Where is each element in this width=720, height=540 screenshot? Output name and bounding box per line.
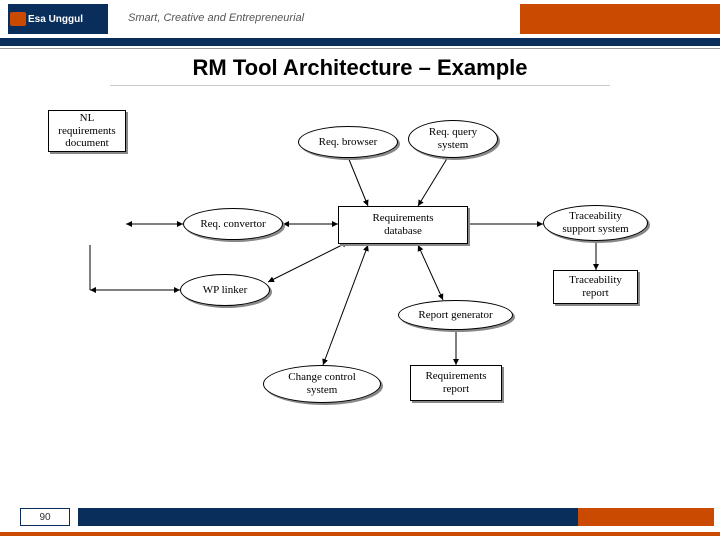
node-req-convertor: Req. convertor: [183, 208, 283, 240]
node-trace-report: Traceability report: [553, 270, 638, 304]
node-label: database: [384, 225, 422, 238]
footer-orange-bar: [578, 508, 714, 526]
architecture-diagram: NL requirements document Req. convertor …: [48, 110, 660, 440]
node-label: Req. convertor: [200, 218, 265, 231]
logo-icon: [10, 12, 26, 26]
node-label: Report generator: [418, 309, 492, 322]
node-label: Traceability: [569, 274, 622, 287]
footer-blue-bar: [78, 508, 578, 526]
node-req-report: Requirements report: [410, 365, 502, 401]
node-label: Requirements: [372, 212, 433, 225]
node-label: requirements: [58, 125, 115, 138]
header-orange-block: [520, 4, 720, 34]
node-nl-req-doc: NL requirements document: [48, 110, 126, 152]
node-label: report: [443, 383, 469, 396]
node-req-browser: Req. browser: [298, 126, 398, 158]
node-trace-sys: Traceability support system: [543, 205, 648, 241]
footer-bottom-line: [0, 532, 720, 536]
node-label: Req. query: [429, 126, 477, 139]
logo-text: Esa Unggul: [28, 14, 83, 25]
node-change-ctrl: Change control system: [263, 365, 381, 403]
title-bar: RM Tool Architecture – Example: [110, 55, 610, 86]
node-label: NL: [80, 112, 95, 125]
node-label: report: [582, 287, 608, 300]
node-label: Change control: [288, 371, 356, 384]
node-label: Requirements: [425, 370, 486, 383]
node-label: system: [438, 139, 469, 152]
node-report-gen: Report generator: [398, 300, 513, 330]
tagline: Smart, Creative and Entrepreneurial: [128, 12, 304, 24]
page-number: 90: [20, 508, 70, 526]
header-top: Esa Unggul Smart, Creative and Entrepren…: [0, 0, 720, 38]
slide-footer: 90: [0, 500, 720, 540]
slide-title: RM Tool Architecture – Example: [110, 55, 610, 81]
node-label: WP linker: [203, 284, 248, 297]
title-underline: [110, 85, 610, 86]
node-label: system: [307, 384, 338, 397]
logo: Esa Unggul: [8, 4, 108, 34]
header-thin-line: [0, 48, 720, 49]
header-blue-line: [0, 38, 720, 46]
node-label: Req. browser: [319, 136, 378, 149]
node-label: document: [65, 137, 108, 150]
node-wp-linker: WP linker: [180, 274, 270, 306]
node-label: Traceability: [569, 210, 622, 223]
node-req-db: Requirements database: [338, 206, 468, 244]
slide-header: Esa Unggul Smart, Creative and Entrepren…: [0, 0, 720, 50]
node-req-query: Req. query system: [408, 120, 498, 158]
node-label: support system: [562, 223, 628, 236]
